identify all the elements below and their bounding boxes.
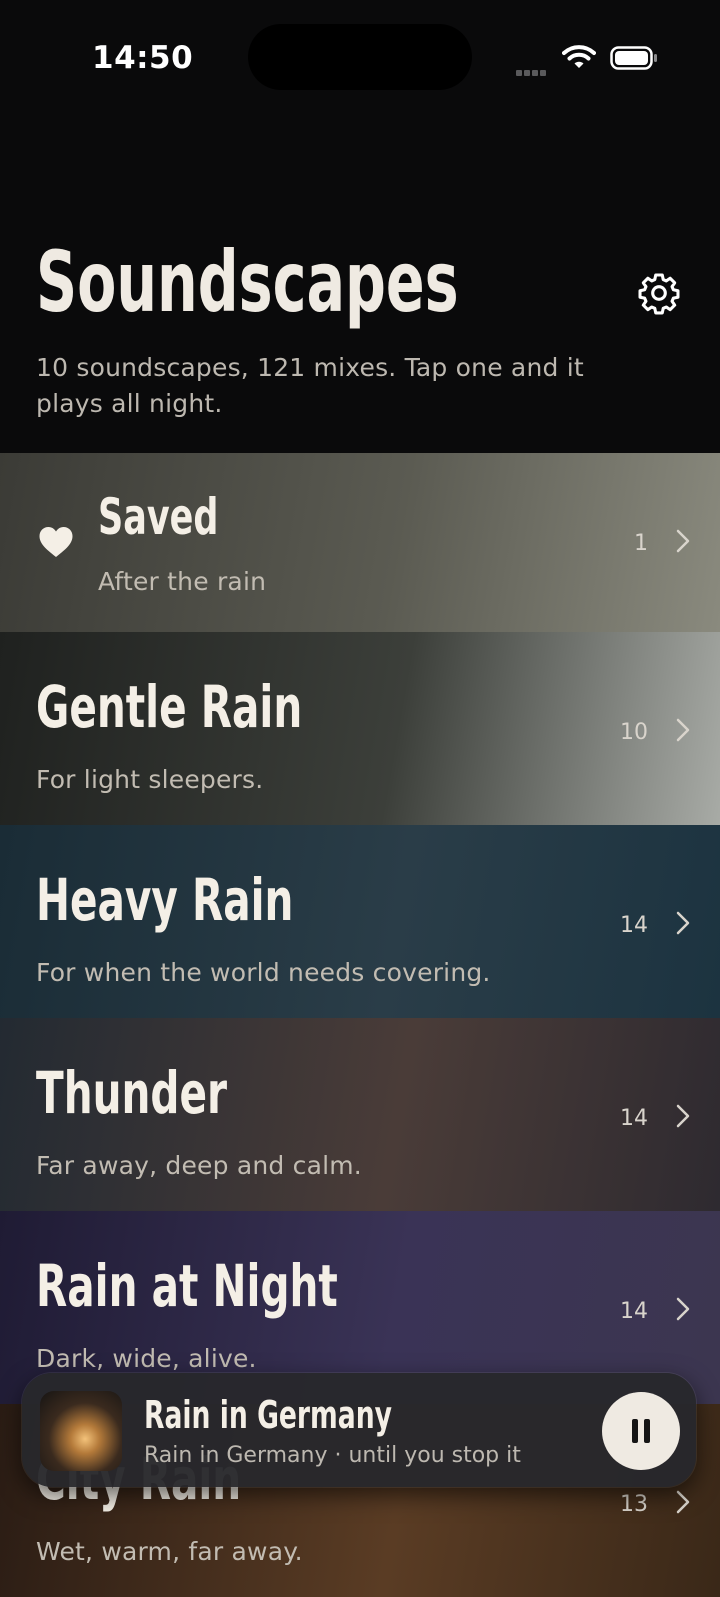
list-item-heavy-rain[interactable]: Heavy Rain For when the world needs cove… xyxy=(0,825,720,1018)
chevron-right-icon xyxy=(676,718,690,742)
row-count: 13 xyxy=(620,1492,648,1517)
heart-icon xyxy=(39,527,73,557)
row-description: For light sleepers. xyxy=(36,765,264,794)
pause-button[interactable] xyxy=(602,1392,680,1470)
now-playing-bar[interactable]: Rain in Germany Rain in Germany · until … xyxy=(22,1373,696,1487)
row-title: Heavy Rain xyxy=(36,866,294,934)
list-item-thunder[interactable]: Thunder Far away, deep and calm. 14 xyxy=(0,1018,720,1211)
chevron-right-icon xyxy=(676,1490,690,1514)
row-count: 1 xyxy=(634,531,648,556)
pause-icon xyxy=(632,1419,638,1443)
chevron-right-icon xyxy=(676,1104,690,1128)
list-item-gentle-rain[interactable]: Gentle Rain For light sleepers. 10 xyxy=(0,632,720,825)
status-time: 14:50 xyxy=(92,40,194,76)
row-count: 14 xyxy=(620,1299,648,1324)
chevron-right-icon xyxy=(676,1297,690,1321)
row-description: Wet, warm, far away. xyxy=(36,1537,303,1566)
wifi-icon xyxy=(562,45,596,68)
row-description: After the rain xyxy=(98,567,267,596)
page-title: Soundscapes xyxy=(36,233,459,331)
row-count: 14 xyxy=(620,913,648,938)
row-title: Thunder xyxy=(36,1059,228,1127)
dynamic-island xyxy=(248,24,472,90)
row-count: 14 xyxy=(620,1106,648,1131)
row-description: Far away, deep and calm. xyxy=(36,1151,362,1180)
row-title: Rain at Night xyxy=(36,1252,338,1320)
row-description: Dark, wide, alive. xyxy=(36,1344,257,1373)
row-description: For when the world needs covering. xyxy=(36,958,491,987)
chevron-right-icon xyxy=(676,529,690,553)
list-item-saved[interactable]: Saved After the rain 1 xyxy=(0,453,720,632)
page-subtitle: 10 soundscapes, 121 mixes. Tap one and i… xyxy=(36,353,584,418)
now-playing-subtitle: Rain in Germany · until you stop it xyxy=(144,1443,521,1468)
chevron-right-icon xyxy=(676,911,690,935)
gear-icon[interactable] xyxy=(636,270,682,316)
row-title: Gentle Rain xyxy=(36,673,303,741)
row-title: Saved xyxy=(98,488,219,546)
signal-icon xyxy=(516,63,548,81)
row-count: 10 xyxy=(620,720,648,745)
status-bar: 14:50 xyxy=(0,0,720,120)
battery-icon xyxy=(610,46,657,70)
now-playing-artwork xyxy=(40,1391,122,1471)
now-playing-title: Rain in Germany xyxy=(144,1393,393,1437)
